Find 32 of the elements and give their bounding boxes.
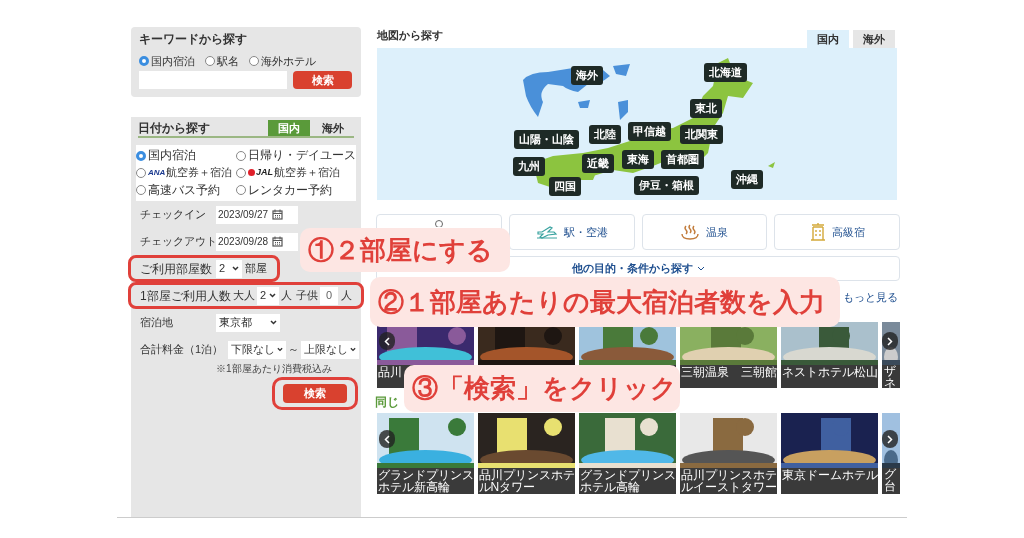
field-label: 1部屋ご利用人数 [140, 287, 232, 305]
annotation-tooltip: ②１部屋あたりの最大宿泊者数を入力 [370, 277, 840, 327]
unit-label: 部屋 [245, 261, 267, 277]
airline-logo: ANA [148, 167, 166, 180]
field-label: 子供 [296, 288, 319, 304]
field-label: ご利用部屋数 [140, 260, 213, 278]
field-label: 合計料金（1泊） [140, 342, 225, 358]
hotel-name: ザネ [884, 364, 896, 388]
field-label: 宿泊地 [140, 315, 174, 331]
annotation-tooltip: ①２部屋にする [300, 228, 510, 272]
annotation-tooltip: ③「検索」をクリック [404, 365, 680, 412]
field-label: 大人 [233, 288, 255, 304]
price-note: ※1部屋あたり消費税込み [215, 363, 333, 376]
hotel-name: 三朝温泉 三朝館 [680, 365, 777, 379]
section-title: 地図から探す [377, 28, 444, 43]
hotel-name: 品川プリンスホテルNタワー [478, 468, 575, 494]
unit-label: 人 [281, 288, 293, 304]
hotel-name: 東京ドームホテル [781, 468, 878, 482]
airline-logo: JAL [256, 166, 273, 180]
hotel-name: 品川 [377, 365, 402, 379]
unit-label: 人 [341, 288, 352, 304]
hotel-name: グランドプリンスホテル新高輪 [377, 468, 474, 494]
hotel-name: グ台 [884, 467, 896, 493]
range-separator: ～ [288, 342, 299, 358]
hotel-name: グランドプリンスホテル高輪 [579, 468, 676, 494]
section-title: 日付から探す [138, 120, 211, 136]
section-title: 同じ [375, 394, 399, 411]
field-label: チェックアウト [140, 234, 216, 250]
hotel-name: 品川プリンスホテルイーストタワー [680, 468, 777, 494]
field-label: チェックイン [140, 207, 207, 223]
section-title: キーワードから探す [139, 31, 248, 48]
hotel-name: ネストホテル松山 [781, 365, 878, 379]
